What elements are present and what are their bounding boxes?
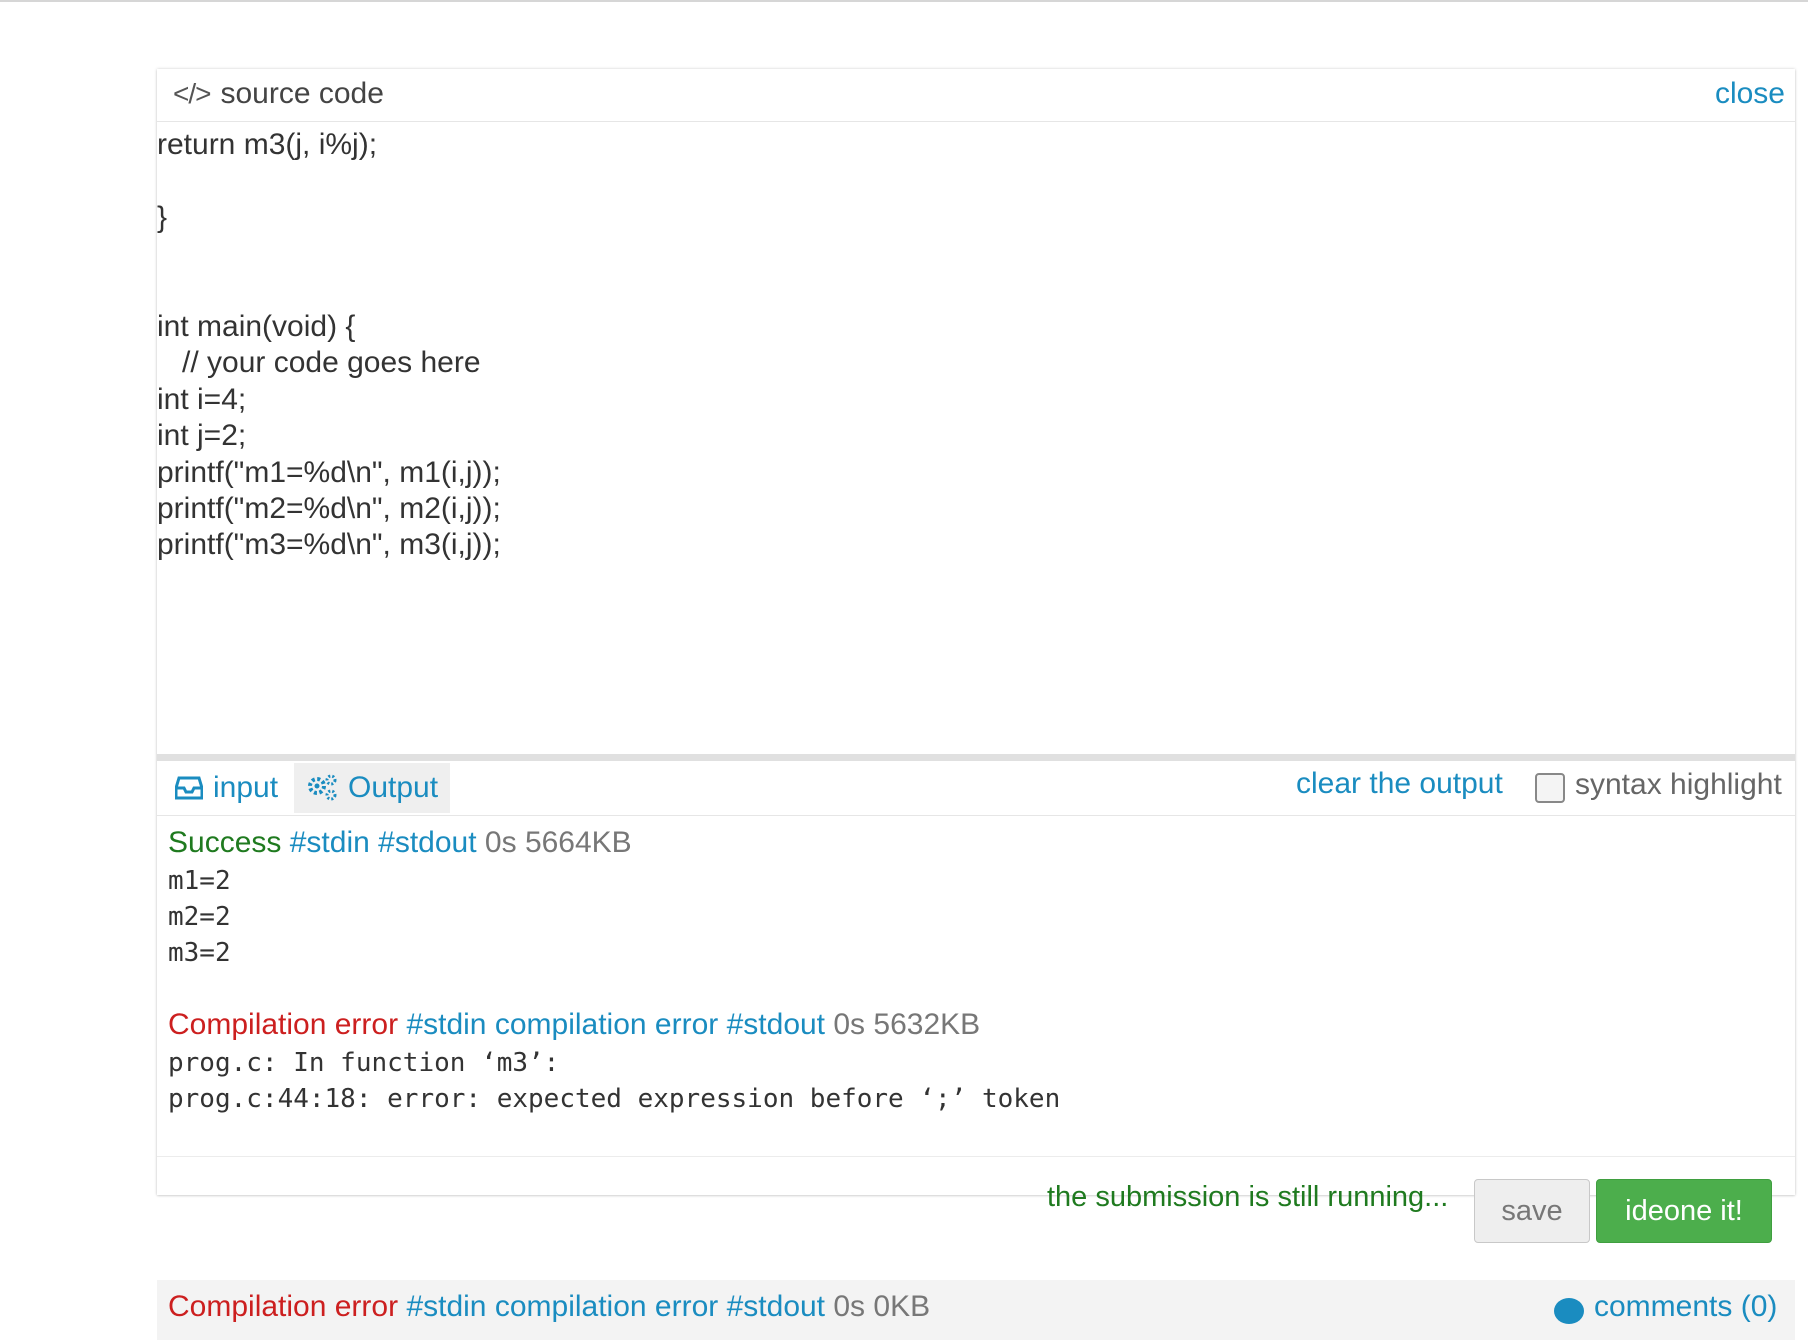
run-memory: 0KB [873,1290,931,1323]
previous-submission-panel: Compilation error #stdin compilation err… [157,1280,1795,1340]
close-link[interactable]: close [1715,77,1785,111]
code-line: } [157,201,168,234]
comments-label: comments (0) [1594,1290,1778,1323]
panel-header: </> source code close [157,69,1795,122]
tab-output-label: Output [348,771,439,804]
stdin-link[interactable]: #stdin [290,826,370,859]
result-header: Compilation error #stdin compilation err… [168,1290,930,1324]
ideone-it-button[interactable]: ideone it! [1596,1179,1772,1243]
source-code-panel: </> source code close return m3(j, i%j);… [157,69,1795,1243]
gears-icon [306,774,338,802]
code-line: int i=4; [157,383,247,416]
top-rule [0,0,1808,2]
run-memory: 5664KB [524,826,632,859]
output-line: m1=2 [168,866,231,896]
stdout-link[interactable]: #stdout [727,1008,825,1041]
stdin-link[interactable]: #stdin [406,1290,486,1323]
tab-input-label: input [213,771,279,804]
output-line: m2=2 [168,902,231,932]
save-button[interactable]: save [1474,1179,1590,1243]
syntax-highlight-label: syntax highlight [1575,768,1782,801]
panel-title: </> source code [173,77,384,111]
compiler-message: prog.c: In function ‘m3’: [168,1048,560,1078]
tab-input[interactable]: input [163,763,290,813]
run-time: 0s [833,1008,866,1041]
stdin-link[interactable]: #stdin [406,1008,486,1041]
code-line: printf("m3=%d\n", m3(i,j)); [157,528,501,561]
status-compilation-error: Compilation error [168,1290,399,1323]
code-line: // your code goes here [157,346,481,379]
comment-bubble-icon [1554,1298,1584,1324]
code-editor[interactable]: return m3(j, i%j); } int main(void) { //… [157,122,1795,753]
code-icon: </> [173,78,211,109]
running-status: the submission is still running... [1047,1181,1449,1213]
clear-output-link[interactable]: clear the output [1296,767,1503,801]
stdout-link[interactable]: #stdout [727,1290,825,1323]
result-header: Compilation error #stdin compilation err… [168,1008,980,1042]
tab-output[interactable]: Output [294,763,451,813]
panel-title-label: source code [220,77,384,110]
status-success: Success [168,826,282,859]
run-memory: 5632KB [873,1008,981,1041]
output-area: Success #stdin #stdout 0s 5664KB m1=2 m2… [157,816,1795,1156]
stdout-link[interactable]: #stdout [378,826,476,859]
compiler-message: prog.c:44:18: error: expected expression… [168,1084,1061,1114]
inbox-icon [175,776,203,800]
code-line: int main(void) { [157,310,356,343]
comments-link[interactable]: comments (0) [1554,1290,1777,1324]
resize-divider[interactable] [157,754,1795,761]
compilation-error-link[interactable]: compilation error [495,1008,718,1041]
syntax-highlight-checkbox[interactable] [1535,773,1565,803]
run-time: 0s [833,1290,866,1323]
io-toolbar: input Output clear the output syntax hig… [157,761,1795,816]
code-line: printf("m2=%d\n", m2(i,j)); [157,492,501,525]
footer-divider [157,1156,1795,1157]
output-line: m3=2 [168,938,231,968]
compilation-error-link[interactable]: compilation error [495,1290,718,1323]
result-header: Success #stdin #stdout 0s 5664KB [168,826,632,860]
code-line: int j=2; [157,419,247,452]
code-line: return m3(j, i%j); [157,128,378,161]
code-line: printf("m1=%d\n", m1(i,j)); [157,456,501,489]
status-compilation-error: Compilation error [168,1008,399,1041]
syntax-highlight-toggle[interactable]: syntax highlight [1535,767,1782,803]
run-time: 0s [484,826,517,859]
